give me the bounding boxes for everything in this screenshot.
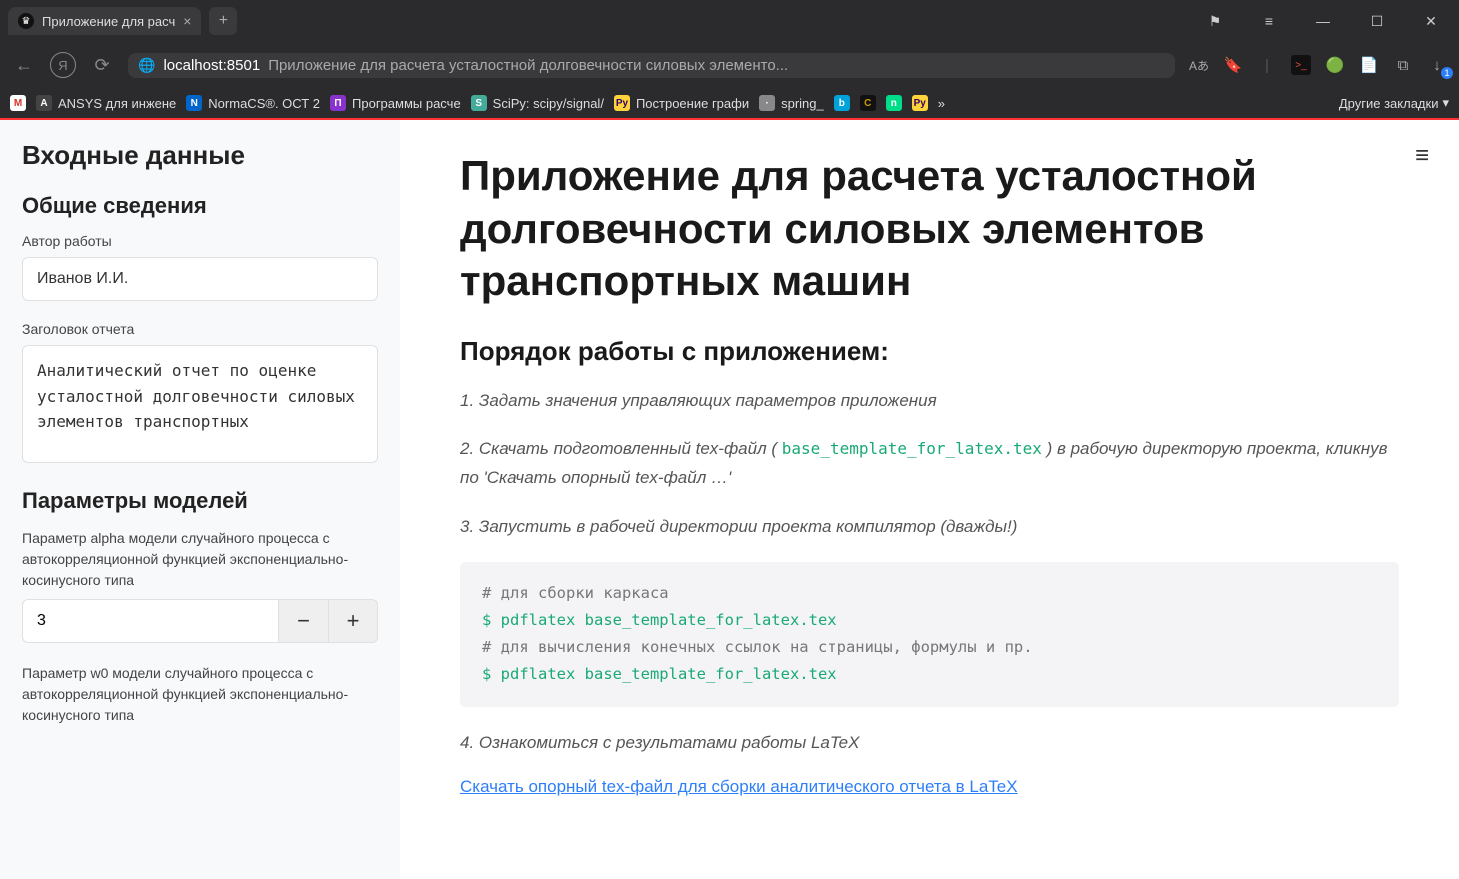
bookmark-n[interactable]: n <box>886 95 902 111</box>
tab-favicon-icon: ♛ <box>18 13 34 29</box>
download-tex-link[interactable]: Скачать опорный tex-файл для сборки анал… <box>460 777 1018 796</box>
code-comment-2: # для вычисления конечных ссылок на стра… <box>482 634 1377 661</box>
bookmark-normacs[interactable]: NNormaCS®. ОСТ 2 <box>186 95 320 111</box>
section-models: Параметры моделей <box>22 488 378 514</box>
app: Входные данные Общие сведения Автор рабо… <box>0 120 1459 879</box>
terminal-icon[interactable]: >_ <box>1291 55 1311 75</box>
step-3: 3. Запустить в рабочей директории проект… <box>460 513 1399 542</box>
window-controls: ⚑ ≡ — ☐ ✕ <box>1195 13 1451 30</box>
bookmark-overflow[interactable]: » <box>938 96 945 111</box>
bookmark-gmail[interactable]: M <box>10 95 26 111</box>
main-content: ≡ Приложение для расчета усталостной дол… <box>400 120 1459 879</box>
divider: | <box>1257 55 1277 75</box>
step-2-pre: 2. Скачать подготовленный tex-файл ( <box>460 439 782 458</box>
bookmark-c[interactable]: C <box>860 95 876 111</box>
reload-button[interactable]: ⟳ <box>90 55 114 76</box>
downloads-icon[interactable]: ↓ <box>1427 55 1447 75</box>
code-line-1: $ pdflatex base_template_for_latex.tex <box>482 607 1377 634</box>
close-window-button[interactable]: ✕ <box>1411 13 1451 30</box>
other-bookmarks[interactable]: Другие закладки ▾ <box>1339 95 1449 111</box>
bookmark-spring[interactable]: ·spring_ <box>759 95 824 111</box>
sidebar: Входные данные Общие сведения Автор рабо… <box>0 120 400 879</box>
alpha-increment-button[interactable]: + <box>328 599 378 643</box>
step-2: 2. Скачать подготовленный tex-файл ( bas… <box>460 435 1399 493</box>
note-icon[interactable]: 📄 <box>1359 55 1379 75</box>
url-page-title: Приложение для расчета усталостной долго… <box>268 57 788 74</box>
code-comment-1: # для сборки каркаса <box>482 580 1377 607</box>
url-host: localhost:8501 <box>163 57 260 74</box>
author-input[interactable] <box>22 257 378 301</box>
step-1: 1. Задать значения управляющих параметро… <box>460 387 1399 416</box>
bookmark-py[interactable]: Py <box>912 95 928 111</box>
maximize-button[interactable]: ☐ <box>1357 13 1397 30</box>
section-general: Общие сведения <box>22 193 378 219</box>
w0-label: Параметр w0 модели случайного процесса с… <box>22 663 378 726</box>
back-button[interactable]: ← <box>12 55 36 76</box>
url-box[interactable]: 🌐 localhost:8501 Приложение для расчета … <box>128 53 1175 78</box>
w0-field-block: Параметр w0 модели случайного процесса с… <box>22 663 378 726</box>
bookmark-ansys[interactable]: AANSYS для инжене <box>36 95 176 111</box>
bookmark-scipy[interactable]: SSciPy: scipy/signal/ <box>471 95 604 111</box>
page-title: Приложение для расчета усталостной долго… <box>460 150 1280 308</box>
bookmark-bar: M AANSYS для инжене NNormaCS®. ОСТ 2 ППр… <box>0 88 1459 120</box>
report-title-textarea[interactable] <box>22 345 378 463</box>
globe-icon: 🌐 <box>138 57 155 74</box>
extensions-icon[interactable]: ⧉ <box>1393 55 1413 75</box>
bookmark-page-icon[interactable]: 🔖 <box>1223 55 1243 75</box>
code-block: # для сборки каркаса $ pdflatex base_tem… <box>460 562 1399 707</box>
hamburger-menu-icon[interactable]: ≡ <box>1415 142 1429 170</box>
evernote-icon[interactable]: 🟢 <box>1325 55 1345 75</box>
address-bar: ← Я ⟳ 🌐 localhost:8501 Приложение для ра… <box>0 42 1459 88</box>
bookmark-programs[interactable]: ППрограммы расче <box>330 95 461 111</box>
browser-tab[interactable]: ♛ Приложение для расч × <box>8 7 201 35</box>
alpha-stepper: − + <box>22 599 378 643</box>
workflow-subtitle: Порядок работы с приложением: <box>460 336 1399 367</box>
bookmark-plot[interactable]: PyПостроение графи <box>614 95 749 111</box>
report-title-block: Заголовок отчета <box>22 321 378 468</box>
alpha-decrement-button[interactable]: − <box>278 599 328 643</box>
translate-icon[interactable]: Aあ <box>1189 55 1209 75</box>
author-label: Автор работы <box>22 233 378 249</box>
browser-chrome: ♛ Приложение для расч × + ⚑ ≡ — ☐ ✕ ← Я … <box>0 0 1459 120</box>
tab-strip: ♛ Приложение для расч × + ⚑ ≡ — ☐ ✕ <box>0 0 1459 42</box>
sidebar-title: Входные данные <box>22 140 378 171</box>
step-4: 4. Ознакомиться с результатами работы La… <box>460 729 1399 758</box>
bookmark-icon[interactable]: ⚑ <box>1195 13 1235 30</box>
close-icon[interactable]: × <box>183 13 191 29</box>
yandex-button[interactable]: Я <box>50 52 76 78</box>
alpha-field-block: Параметр alpha модели случайного процесс… <box>22 528 378 643</box>
bookmark-b[interactable]: b <box>834 95 850 111</box>
author-field-block: Автор работы <box>22 233 378 301</box>
code-line-2: $ pdflatex base_template_for_latex.tex <box>482 661 1377 688</box>
report-title-label: Заголовок отчета <box>22 321 378 337</box>
alpha-label: Параметр alpha модели случайного процесс… <box>22 528 378 591</box>
step-2-code: base_template_for_latex.tex <box>782 439 1042 458</box>
new-tab-button[interactable]: + <box>209 7 237 35</box>
tab-title: Приложение для расч <box>42 14 175 29</box>
menu-icon[interactable]: ≡ <box>1249 13 1289 29</box>
address-bar-icons: Aあ 🔖 | >_ 🟢 📄 ⧉ ↓ <box>1189 55 1447 75</box>
alpha-input[interactable] <box>22 599 278 643</box>
minimize-button[interactable]: — <box>1303 13 1343 29</box>
